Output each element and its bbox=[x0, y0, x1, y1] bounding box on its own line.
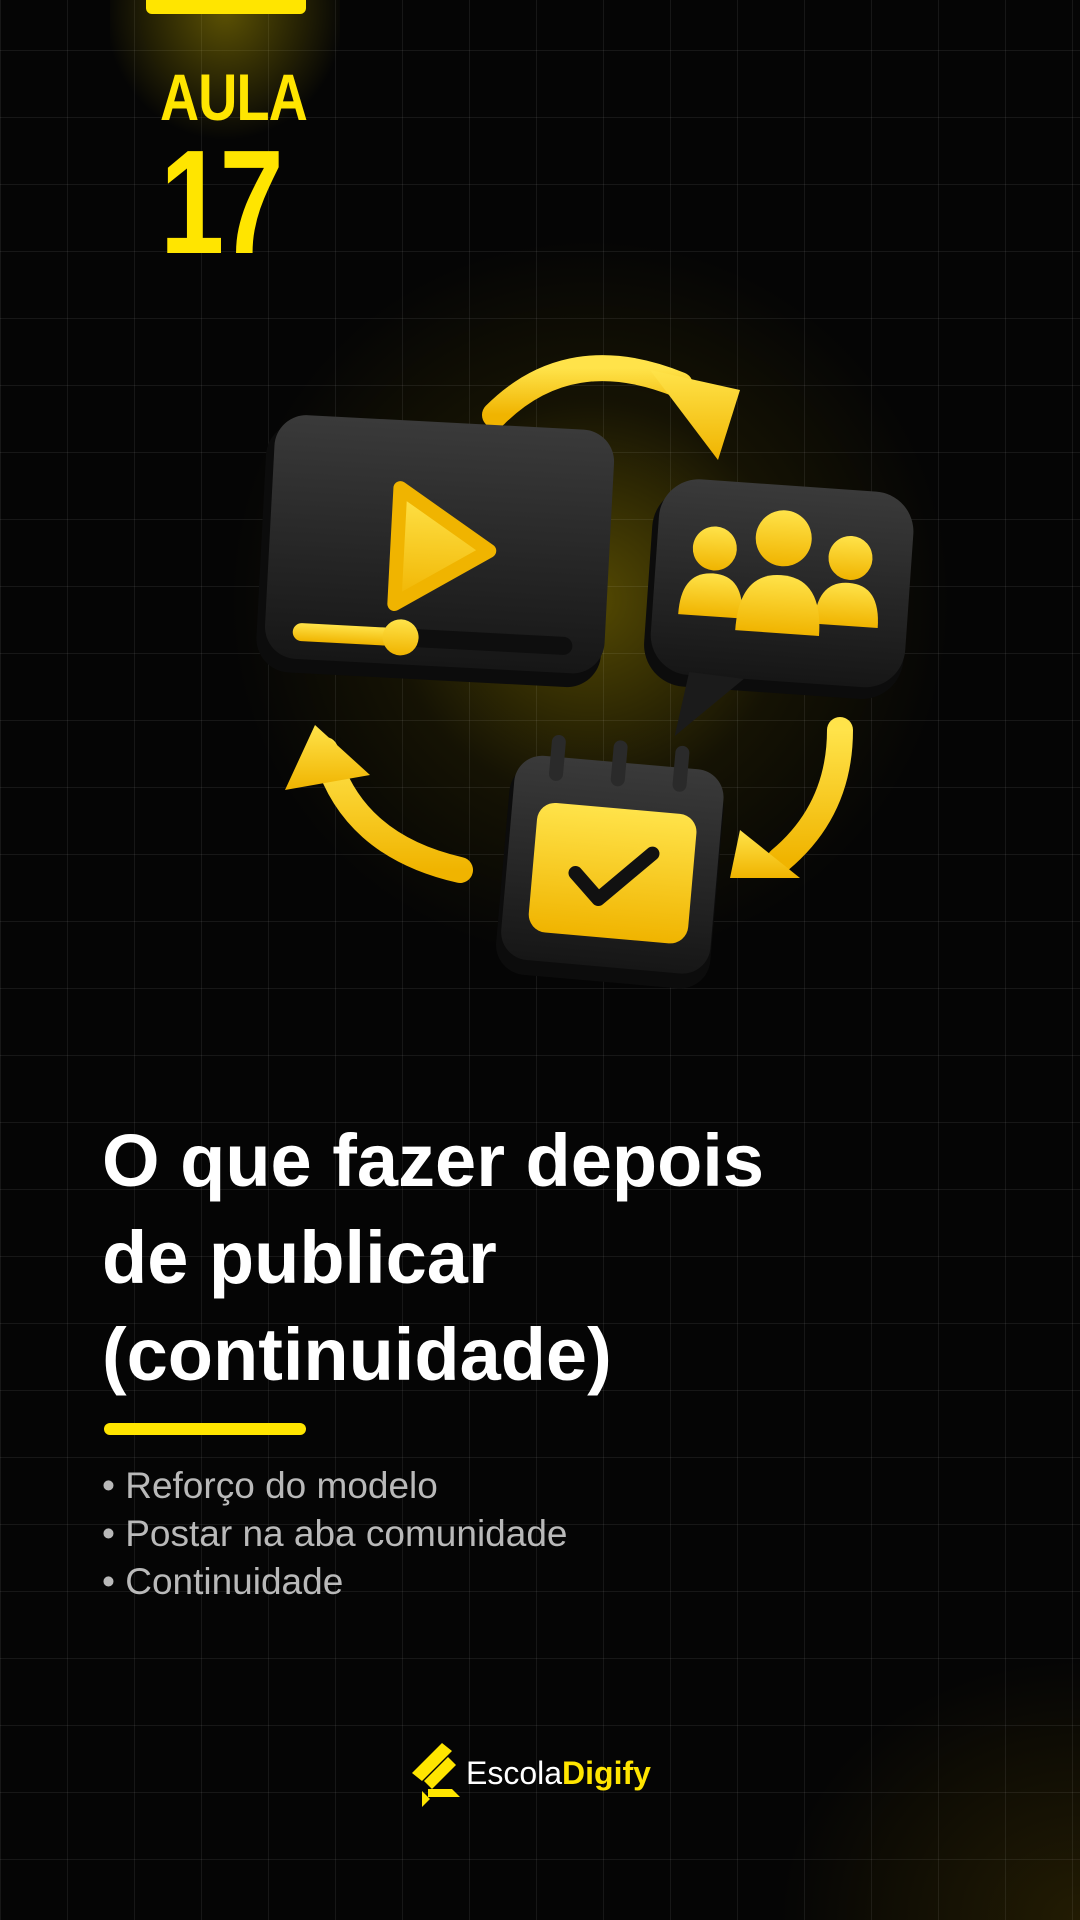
brand-name-part2: Digify bbox=[562, 1755, 651, 1791]
lesson-number: 17 bbox=[160, 120, 284, 285]
calendar-check-icon bbox=[496, 735, 724, 989]
title-line: O que fazer depois bbox=[102, 1119, 765, 1202]
lesson-cover: AULA 17 O que fazer depois de publicar (… bbox=[0, 0, 1080, 1920]
brand-name: EscolaDigify bbox=[466, 1755, 651, 1792]
content-cycle-illustration bbox=[256, 355, 914, 989]
title-line: (continuidade) bbox=[102, 1313, 612, 1396]
cycle-arrow-icon bbox=[730, 717, 853, 878]
title-divider bbox=[104, 1423, 306, 1435]
cycle-arrow-icon bbox=[285, 725, 473, 883]
escola-digify-logo-icon bbox=[412, 1743, 460, 1807]
title-line: de publicar bbox=[102, 1216, 497, 1299]
top-accent-bar bbox=[146, 0, 306, 14]
list-item: • Continuidade bbox=[102, 1561, 344, 1602]
community-chat-icon bbox=[644, 479, 914, 737]
brand-logo: EscolaDigify bbox=[408, 1735, 688, 1815]
list-item: • Reforço do modelo bbox=[102, 1465, 438, 1506]
list-item: • Postar na aba comunidade bbox=[102, 1513, 568, 1554]
topic-list: • Reforço do modelo • Postar na aba comu… bbox=[102, 1462, 567, 1606]
brand-name-part1: Escola bbox=[466, 1755, 563, 1791]
lesson-title: O que fazer depois de publicar (continui… bbox=[102, 1112, 1002, 1403]
video-player-icon bbox=[256, 415, 615, 688]
